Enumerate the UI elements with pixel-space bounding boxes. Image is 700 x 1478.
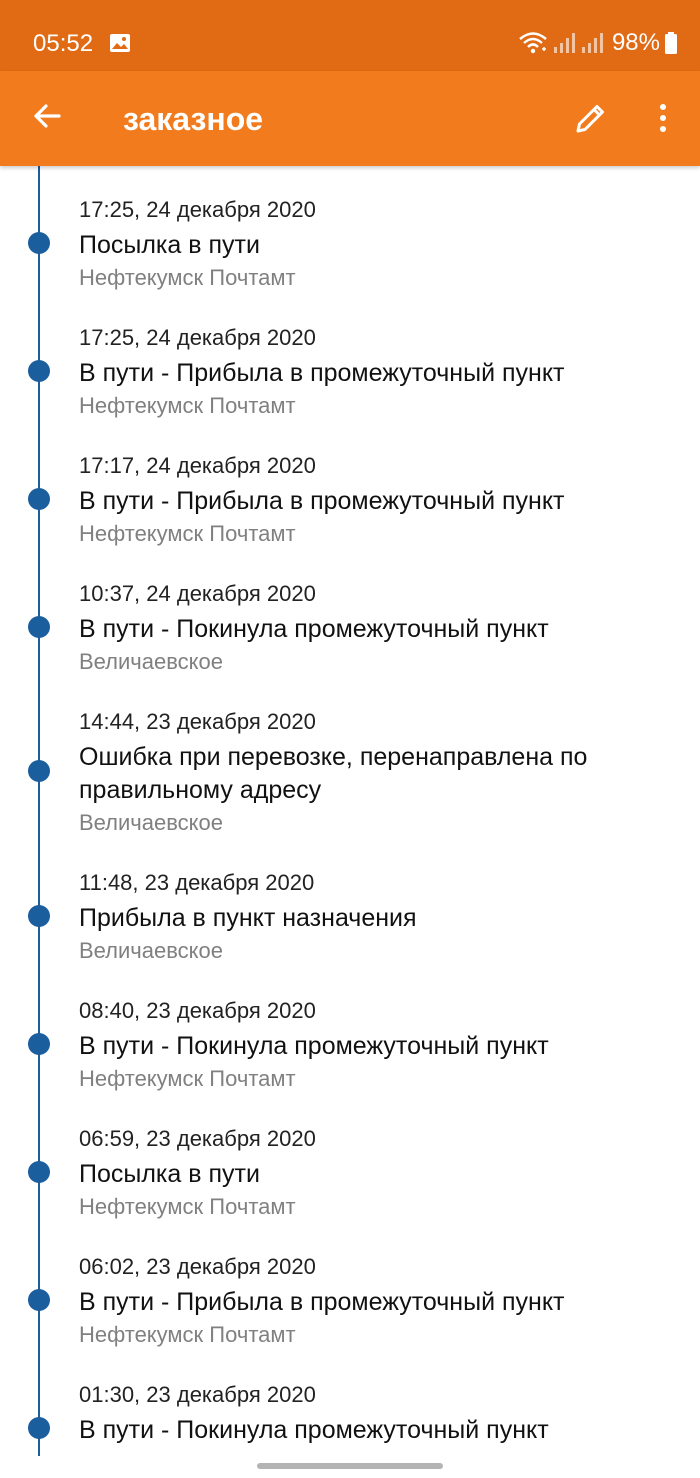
more-options-button[interactable] <box>638 95 688 145</box>
back-button[interactable] <box>22 93 72 143</box>
timeline-dot <box>28 1161 50 1183</box>
event-location: Величаевское <box>79 938 224 963</box>
more-vert-icon <box>658 103 668 138</box>
timeline-dot <box>28 905 50 927</box>
wifi-icon <box>518 31 548 55</box>
gallery-icon <box>109 33 131 53</box>
event-date: 06:59, 23 декабря 2020 <box>79 1126 316 1151</box>
event-location: Нефтекумск Почтамт <box>79 1066 296 1091</box>
timeline-dot <box>28 1033 50 1055</box>
timeline-dot <box>28 360 50 382</box>
event-status: Посылка в пути <box>79 1160 260 1188</box>
event-date: 17:25, 24 декабря 2020 <box>79 325 316 350</box>
status-bar: 05:52 98% <box>0 0 700 71</box>
event-location: Величаевское <box>79 649 224 674</box>
timeline-dot <box>28 616 50 638</box>
event-location: Величаевское <box>79 810 224 835</box>
event-status: В пути - Прибыла в промежуточный пункт <box>79 487 565 515</box>
event-date: 14:44, 23 декабря 2020 <box>79 709 316 734</box>
home-gesture-handle[interactable] <box>257 1463 443 1469</box>
event-status: В пути - Прибыла в промежуточный пункт <box>79 359 565 387</box>
timeline-dot <box>28 232 50 254</box>
event-status: В пути - Покинула промежуточный пункт <box>79 615 549 643</box>
event-date: 06:02, 23 декабря 2020 <box>79 1254 316 1279</box>
event-status: В пути - Прибыла в промежуточный пункт <box>79 1288 565 1316</box>
timeline-dot <box>28 488 50 510</box>
event-status: Прибыла в пункт назначения <box>79 904 417 932</box>
page-title: заказное <box>123 101 264 137</box>
back-arrow-icon <box>32 101 62 136</box>
event-date: 17:17, 24 декабря 2020 <box>79 453 316 478</box>
event-location: Нефтекумск Почтамт <box>79 521 296 546</box>
signal-icon <box>552 32 576 54</box>
pencil-icon <box>574 101 608 140</box>
app-bar: заказное <box>0 71 700 166</box>
event-date: 17:25, 24 декабря 2020 <box>79 197 316 222</box>
event-status: Посылка в пути <box>79 231 260 259</box>
status-time: 05:52 <box>33 30 94 57</box>
timeline-dot <box>28 1289 50 1311</box>
battery-percent: 98% <box>611 29 660 56</box>
event-date: 10:37, 24 декабря 2020 <box>79 581 316 606</box>
signal-icon <box>580 32 604 54</box>
tracking-timeline[interactable]: 17:25, 24 декабря 2020 Посылка в пути Не… <box>0 166 700 1456</box>
status-icons: 98% <box>518 28 678 58</box>
event-status: В пути - Покинула промежуточный пункт <box>79 1032 549 1060</box>
event-location: Нефтекумск Почтамт <box>79 1322 296 1347</box>
event-date: 11:48, 23 декабря 2020 <box>79 870 315 895</box>
edit-button[interactable] <box>566 95 616 145</box>
event-status: Ошибка при перевозке, перенаправлена по … <box>79 743 588 804</box>
event-date: 08:40, 23 декабря 2020 <box>79 998 316 1023</box>
timeline-dot <box>28 1417 50 1439</box>
event-location: Нефтекумск Почтамт <box>79 393 296 418</box>
battery-icon <box>664 32 678 54</box>
event-location: Нефтекумск Почтамт <box>79 265 296 290</box>
event-location: Нефтекумск Почтамт <box>79 1194 296 1219</box>
timeline-dot <box>28 760 50 782</box>
event-status: В пути - Покинула промежуточный пункт <box>79 1416 549 1444</box>
event-date: 01:30, 23 декабря 2020 <box>79 1382 316 1407</box>
